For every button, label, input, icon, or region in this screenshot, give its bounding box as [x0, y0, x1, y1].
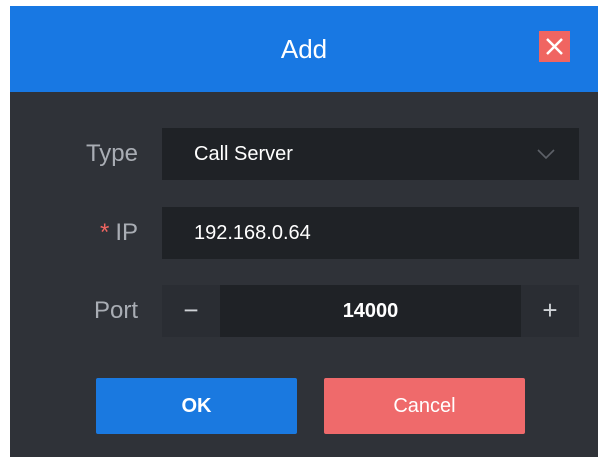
close-button[interactable]	[539, 31, 570, 62]
ip-label: * IP	[10, 207, 138, 259]
type-select-value: Call Server	[194, 143, 293, 165]
dialog-title: Add	[280, 34, 328, 64]
type-select[interactable]: Call Server	[162, 128, 579, 180]
ip-label-text: IP	[115, 219, 138, 246]
type-label: Type	[85, 140, 138, 167]
add-dialog: Add Type Call Server *IP Port − 14000 + …	[10, 6, 598, 457]
dialog-header: Add	[10, 6, 598, 92]
port-increment-button[interactable]: +	[521, 285, 579, 337]
close-icon	[546, 38, 563, 55]
chevron-down-icon	[537, 149, 555, 160]
port-decrement-button[interactable]: −	[162, 285, 220, 337]
ok-button[interactable]: OK	[96, 378, 297, 434]
port-label: Port	[93, 297, 138, 324]
required-asterisk: *	[99, 219, 110, 246]
ip-field-wrapper	[162, 207, 579, 259]
port-value[interactable]: 14000	[220, 285, 521, 337]
cancel-button[interactable]: Cancel	[324, 378, 525, 434]
ip-input[interactable]	[162, 207, 579, 259]
port-stepper: − 14000 +	[162, 285, 579, 337]
